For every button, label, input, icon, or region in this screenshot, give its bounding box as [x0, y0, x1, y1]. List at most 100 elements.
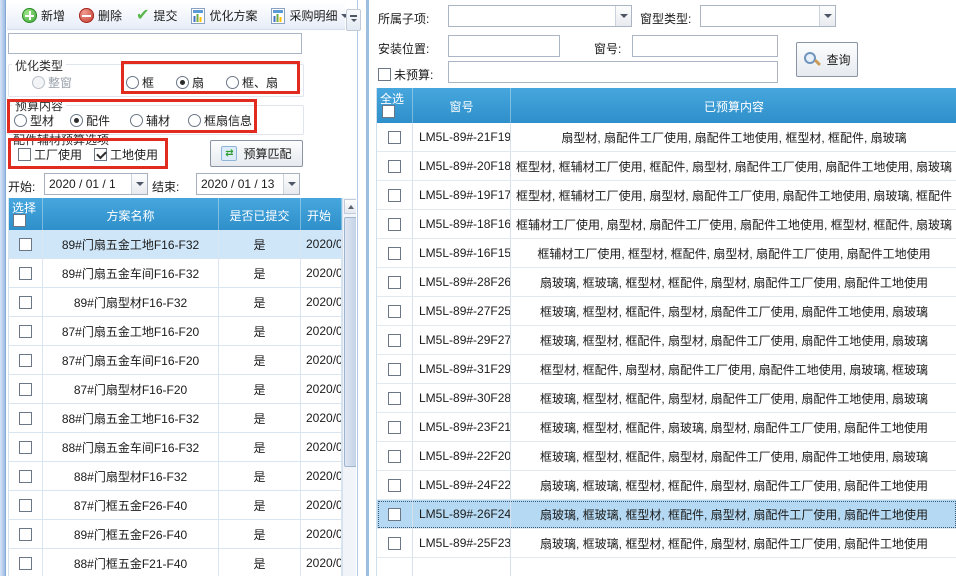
scrollbar-thumb[interactable]: [344, 217, 356, 467]
row-select-cell: [9, 404, 43, 432]
plan-table-row[interactable]: 88#门扇五金车间F16-F32 是 2020/0: [9, 433, 342, 462]
select-all-plans-checkbox[interactable]: [13, 214, 26, 227]
no-budget-input[interactable]: [448, 61, 778, 83]
row-checkbox[interactable]: [19, 267, 32, 280]
no-budget-checkbox[interactable]: 未预算:: [378, 66, 433, 83]
submit-button[interactable]: ✔ 提交: [131, 4, 182, 27]
window-table-row[interactable]: LM5L-89#-16F15 框辅材工厂使用, 框型材, 框配件, 扇型材, 扇…: [377, 239, 956, 268]
row-checkbox[interactable]: [388, 276, 401, 289]
window-table-row[interactable]: LM5L-89#-28F26 扇玻璃, 框玻璃, 框型材, 框配件, 扇型材, …: [377, 268, 956, 297]
row-checkbox[interactable]: [19, 354, 32, 367]
select-all-windows-checkbox[interactable]: [382, 105, 395, 118]
budgeted-content-cell: 框辅材工厂使用, 扇型材, 扇配件工厂使用, 扇配件工地使用, 框型材, 框配件…: [511, 210, 956, 238]
plan-table-row[interactable]: 89#门扇型材F16-F32 是 2020/0: [9, 288, 342, 317]
plan-table-scrollbar[interactable]: [342, 198, 356, 576]
plan-table-row[interactable]: 87#门扇型材F16-F20 是 2020/0: [9, 375, 342, 404]
window-type-combobox[interactable]: [700, 5, 836, 27]
window-table-row[interactable]: LM5L-89#-20F18 框型材, 框辅材工厂使用, 框配件, 扇型材, 扇…: [377, 152, 956, 181]
window-table-row[interactable]: LM5L-89#-19F17 框型材, 框辅材工厂使用, 扇型材, 扇配件工厂使…: [377, 181, 956, 210]
window-table-row[interactable]: LM5L-89#-24F22 扇玻璃, 框玻璃, 框型材, 框配件, 扇型材, …: [377, 471, 956, 500]
row-checkbox[interactable]: [388, 421, 401, 434]
plan-table-row[interactable]: 89#门框五金F26-F40 是 2020/0: [9, 520, 342, 549]
window-header-budgeted-content[interactable]: 已预算内容: [511, 88, 956, 123]
row-checkbox[interactable]: [388, 508, 401, 521]
search-icon: [803, 51, 820, 68]
plan-header-name[interactable]: 方案名称: [43, 198, 219, 230]
row-checkbox[interactable]: [19, 296, 32, 309]
row-checkbox[interactable]: [19, 325, 32, 338]
optimize-plan-button[interactable]: 优化方案: [186, 4, 262, 27]
row-checkbox[interactable]: [388, 450, 401, 463]
row-checkbox[interactable]: [19, 499, 32, 512]
row-checkbox[interactable]: [19, 528, 32, 541]
plan-submitted-cell: 是: [219, 288, 301, 316]
plan-submitted-cell: 是: [219, 433, 301, 461]
row-checkbox[interactable]: [388, 537, 401, 550]
row-checkbox[interactable]: [19, 470, 32, 483]
window-table-row[interactable]: LM5L-89#-26F24 扇玻璃, 框玻璃, 框型材, 框配件, 扇型材, …: [377, 500, 956, 529]
plan-header-submitted[interactable]: 是否已提交: [219, 198, 301, 230]
start-date-dropdown-button[interactable]: [131, 174, 147, 194]
plan-start-cell: 2020/0: [301, 317, 342, 345]
row-checkbox[interactable]: [19, 412, 32, 425]
row-checkbox[interactable]: [388, 334, 401, 347]
end-date-dropdown-button[interactable]: [283, 174, 299, 194]
delete-button[interactable]: 删除: [74, 4, 127, 27]
row-checkbox[interactable]: [19, 441, 32, 454]
window-no-input[interactable]: [632, 35, 778, 57]
window-type-dropdown-button[interactable]: [819, 6, 835, 26]
budget-match-button[interactable]: ⇄ 预算匹配: [210, 140, 303, 167]
plan-table-row[interactable]: 89#门扇五金车间F16-F32 是 2020/0: [9, 259, 342, 288]
plan-header-start[interactable]: 开始: [301, 198, 342, 230]
plan-table-row[interactable]: 88#门框五金F21-F40 是 2020/0: [9, 549, 342, 576]
row-select-cell: [377, 442, 413, 470]
window-header-window-no[interactable]: 窗号: [413, 88, 511, 123]
plan-filter-input[interactable]: [8, 33, 302, 54]
plan-submitted-cell: 是: [219, 520, 301, 548]
query-button[interactable]: 查询: [796, 42, 858, 77]
plan-table-row[interactable]: 87#门扇五金车间F16-F20 是 2020/0: [9, 346, 342, 375]
window-table-row[interactable]: LM5L-89#-27F25 框玻璃, 框型材, 框配件, 扇型材, 扇配件工厂…: [377, 297, 956, 326]
chevron-down-icon: [288, 182, 296, 190]
panel-splitter[interactable]: [357, 0, 358, 576]
end-date-picker[interactable]: 2020 / 01 / 13: [196, 173, 300, 195]
plan-table-row[interactable]: 88#门扇型材F16-F32 是 2020/0: [9, 462, 342, 491]
add-button[interactable]: 新增: [17, 4, 70, 27]
plan-table-row[interactable]: 88#门扇五金工地F16-F32 是 2020/0: [9, 404, 342, 433]
row-checkbox[interactable]: [388, 479, 401, 492]
sub-item-dropdown-button[interactable]: [615, 6, 631, 26]
row-checkbox[interactable]: [388, 131, 401, 144]
plan-table-row[interactable]: 87#门框五金F26-F40 是 2020/0: [9, 491, 342, 520]
row-checkbox[interactable]: [388, 189, 401, 202]
window-table-row[interactable]: LM5L-89#-18F16 框辅材工厂使用, 扇型材, 扇配件工厂使用, 扇配…: [377, 210, 956, 239]
row-checkbox[interactable]: [388, 218, 401, 231]
window-table-row[interactable]: LM5L-89#-25F23 扇玻璃, 框玻璃, 框型材, 框配件, 扇型材, …: [377, 529, 956, 558]
purchase-detail-button[interactable]: 采购明细: [266, 4, 354, 27]
plan-table-row[interactable]: 89#门扇五金工地F16-F32 是 2020/0: [9, 230, 342, 259]
row-checkbox[interactable]: [388, 305, 401, 318]
window-table-row[interactable]: LM5L-89#-22F20 框玻璃, 框型材, 框配件, 扇型材, 扇配件工厂…: [377, 442, 956, 471]
window-table-row[interactable]: LM5L-89#-29F27 框玻璃, 框型材, 框配件, 扇型材, 扇配件工厂…: [377, 326, 956, 355]
row-checkbox[interactable]: [388, 392, 401, 405]
budgeted-content-cell: 框玻璃, 框型材, 框配件, 扇玻璃, 扇型材, 扇配件工厂使用, 扇配件工地使…: [511, 413, 956, 441]
window-table-row[interactable]: LM5L-89#-31F29 框型材, 框配件, 扇型材, 扇配件工厂使用, 扇…: [377, 355, 956, 384]
window-table-row[interactable]: LM5L-89#-21F19 扇型材, 扇配件工厂使用, 扇配件工地使用, 框型…: [377, 123, 956, 152]
row-checkbox[interactable]: [19, 238, 32, 251]
sub-item-combobox[interactable]: [448, 5, 632, 27]
row-checkbox[interactable]: [19, 557, 32, 570]
install-position-input[interactable]: [448, 35, 560, 57]
plan-table-row[interactable]: 87#门扇五金工地F16-F20 是 2020/0: [9, 317, 342, 346]
toolbar-overflow-button[interactable]: [346, 9, 361, 31]
row-select-cell: [9, 375, 43, 403]
row-select-cell: [9, 288, 43, 316]
window-table-row[interactable]: LM5L-89#-30F28 框玻璃, 框型材, 框配件, 扇型材, 扇配件工厂…: [377, 384, 956, 413]
scrollbar-up-arrow[interactable]: [344, 199, 356, 214]
window-table-row[interactable]: LM5L-89#-23F21 框玻璃, 框型材, 框配件, 扇玻璃, 扇型材, …: [377, 413, 956, 442]
row-checkbox[interactable]: [19, 383, 32, 396]
start-date-picker[interactable]: 2020 / 01 / 1: [44, 173, 148, 195]
radio-whole-window[interactable]: 整窗: [32, 74, 72, 91]
row-checkbox[interactable]: [388, 363, 401, 376]
row-checkbox[interactable]: [388, 247, 401, 260]
row-select-cell: [377, 268, 413, 296]
row-checkbox[interactable]: [388, 160, 401, 173]
